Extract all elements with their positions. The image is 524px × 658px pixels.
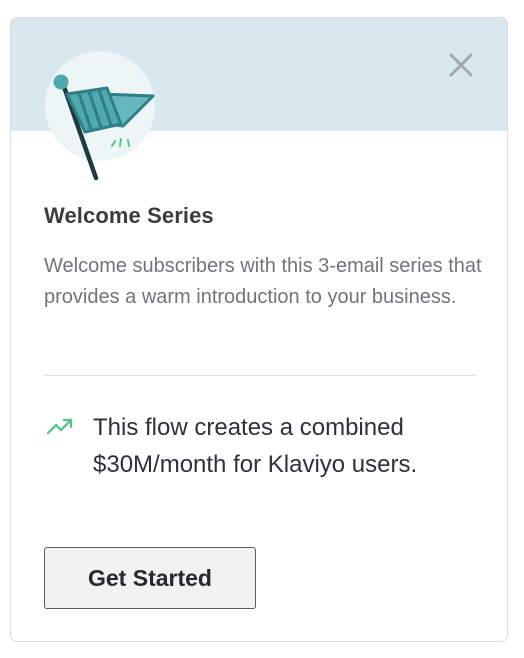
trending-up-icon (46, 418, 73, 436)
close-button[interactable] (448, 52, 474, 78)
flag-icon (45, 51, 155, 181)
divider (44, 375, 476, 376)
close-icon (449, 53, 473, 77)
card-title: Welcome Series (44, 203, 214, 228)
welcome-series-card: Welcome Series Welcome subscribers with … (10, 17, 508, 642)
revenue-stat-text: This flow creates a combined $30M/month … (93, 414, 418, 478)
get-started-button[interactable]: Get Started (44, 547, 256, 609)
card-description: Welcome subscribers with this 3-email se… (44, 255, 482, 308)
